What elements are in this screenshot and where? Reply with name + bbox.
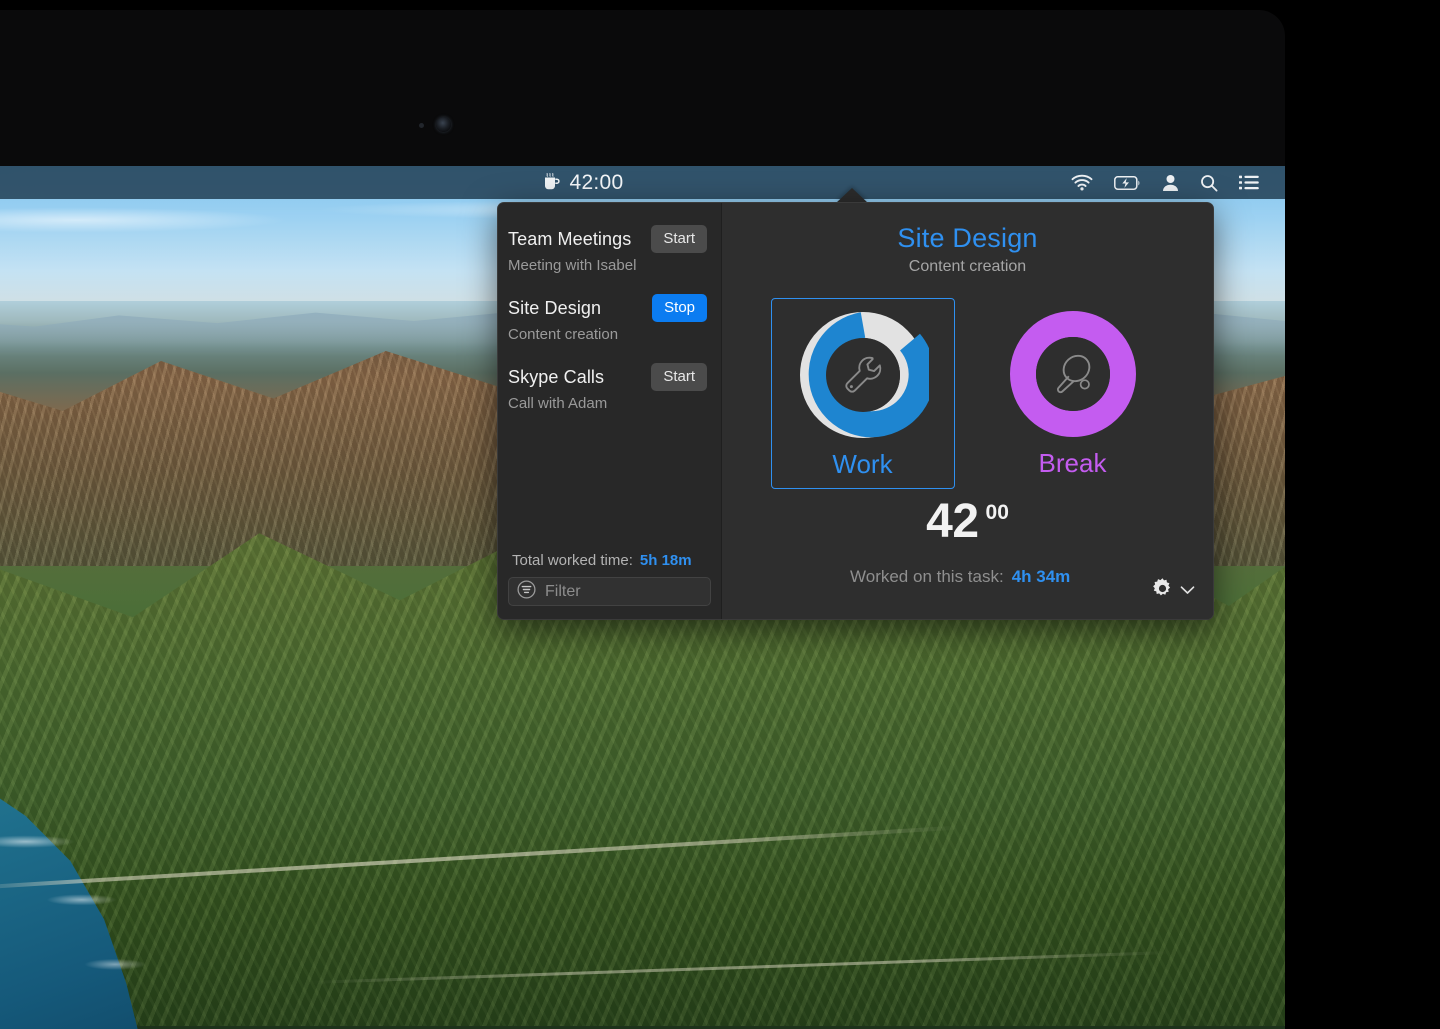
detail-subtitle: Content creation: [908, 258, 1027, 275]
wrench-icon: [797, 309, 929, 441]
task-stop-button[interactable]: Stop: [652, 294, 707, 322]
task-list-sidebar: Team Meetings Start Meeting with Isabel …: [498, 203, 722, 619]
total-worked-time: Total worked time: 5h 18m: [508, 552, 711, 577]
user-icon[interactable]: [1162, 174, 1179, 192]
gear-icon[interactable]: [1151, 577, 1174, 605]
wifi-icon[interactable]: [1071, 174, 1093, 191]
filter-field[interactable]: [508, 577, 711, 606]
popover-arrow: [836, 188, 868, 203]
mode-work-label: Work: [832, 449, 893, 479]
mode-break[interactable]: Break: [981, 298, 1165, 487]
filter-input[interactable]: [545, 582, 702, 601]
settings-menu-button[interactable]: [1151, 577, 1195, 605]
worked-on-task-value: 4h 34m: [1011, 567, 1071, 586]
macos-menubar: 42:00: [0, 166, 1285, 199]
mode-break-label: Break: [1038, 448, 1107, 478]
task-subtitle: Call with Adam: [508, 395, 608, 412]
filter-icon: [517, 579, 536, 604]
menubar-timer-text: 42:00: [569, 170, 624, 194]
task-detail-pane: Site Design Content creation Work Break …: [722, 203, 1213, 619]
laptop-screen: 42:00 Team Meetings Start Meeting with I…: [0, 166, 1285, 1029]
task-item-site-design[interactable]: Site Design Stop Content creation: [498, 294, 721, 343]
timer-seconds: 00: [985, 501, 1009, 524]
task-subtitle: Content creation: [508, 326, 619, 343]
menubar-right-group: [1071, 166, 1259, 199]
worked-on-task: Worked on this task: 4h 34m: [850, 567, 1070, 587]
ping-pong-paddle-icon: [1007, 308, 1139, 440]
timer-minutes: 42: [926, 495, 979, 548]
task-title: Site Design: [508, 297, 602, 318]
task-subtitle: Meeting with Isabel: [508, 257, 637, 274]
task-start-button[interactable]: Start: [651, 363, 707, 391]
countdown-timer: 42 00: [926, 495, 1009, 548]
task-item-team-meetings[interactable]: Team Meetings Start Meeting with Isabel: [498, 225, 721, 274]
detail-footer: Worked on this task: 4h 34m: [722, 553, 1213, 619]
coffee-cup-icon: [541, 172, 561, 194]
chevron-down-icon[interactable]: [1180, 582, 1195, 600]
task-start-button[interactable]: Start: [651, 225, 707, 253]
battery-charging-icon[interactable]: [1114, 175, 1141, 190]
detail-title: Site Design: [897, 223, 1038, 253]
timer-popover: Team Meetings Start Meeting with Isabel …: [497, 202, 1214, 620]
screenshot-scene: 42:00 Team Meetings Start Meeting with I…: [0, 0, 1440, 1029]
work-progress-ring: [797, 309, 929, 441]
task-title: Skype Calls: [508, 366, 605, 387]
task-item-skype-calls[interactable]: Skype Calls Start Call with Adam: [498, 363, 721, 412]
right-black-crop: [1285, 0, 1440, 1029]
total-worked-time-label: Total worked time:: [512, 552, 633, 569]
total-worked-time-value: 5h 18m: [639, 552, 692, 569]
break-progress-ring: [1007, 308, 1139, 440]
camera-indicator-light: [419, 123, 424, 128]
search-icon[interactable]: [1200, 174, 1218, 192]
mode-work[interactable]: Work: [770, 298, 955, 489]
task-title: Team Meetings: [508, 228, 632, 249]
webcam-icon: [436, 117, 451, 132]
worked-on-task-label: Worked on this task:: [850, 567, 1004, 586]
control-center-icon[interactable]: [1239, 175, 1259, 190]
sidebar-footer: Total worked time: 5h 18m: [498, 552, 721, 619]
mode-selector: Work Break: [770, 298, 1165, 489]
